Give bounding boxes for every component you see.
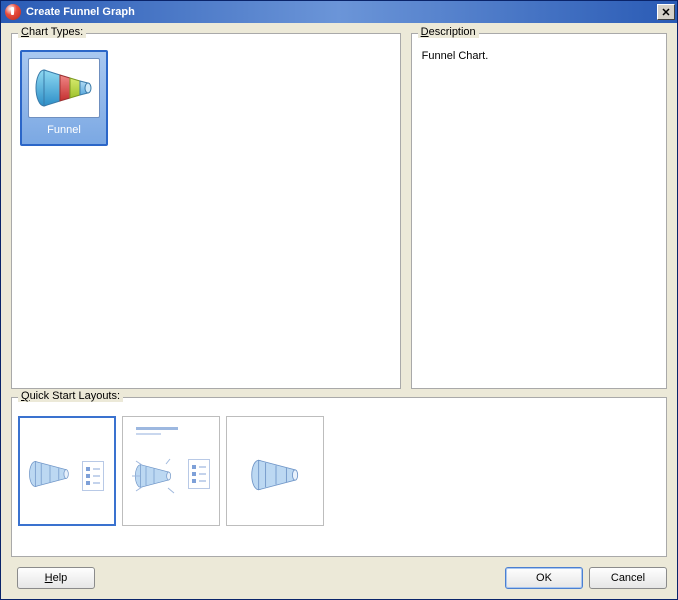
funnel-icon — [28, 455, 72, 493]
layout-option-2[interactable] — [122, 416, 220, 526]
chart-type-label: Funnel — [47, 124, 81, 136]
dialog-window: Create Funnel Graph ✕ CChart Types:hart … — [0, 0, 678, 600]
button-row: HelpHelp OK Cancel — [11, 565, 667, 589]
chart-types-group: CChart Types:hart Types: — [11, 33, 401, 389]
top-row: CChart Types:hart Types: — [11, 33, 667, 389]
close-button[interactable]: ✕ — [657, 4, 675, 20]
quick-start-list — [18, 412, 660, 530]
cancel-button[interactable]: Cancel — [589, 567, 667, 589]
description-group: DescriptionDescription Funnel Chart. — [411, 33, 667, 389]
funnel-icon — [34, 65, 94, 111]
quick-start-group: Quick Start Layouts:Quick Start Layouts: — [11, 397, 667, 557]
quick-start-label: Quick Start Layouts:Quick Start Layouts: — [18, 390, 123, 402]
funnel-icon — [134, 459, 174, 493]
description-label: DescriptionDescription — [418, 26, 479, 38]
ok-button[interactable]: OK — [505, 567, 583, 589]
help-button[interactable]: HelpHelp — [17, 567, 95, 589]
chart-types-label: CChart Types:hart Types: — [18, 26, 86, 38]
funnel-thumbnail — [28, 58, 100, 118]
app-icon — [5, 4, 21, 20]
layout-option-1[interactable] — [18, 416, 116, 526]
dialog-content: CChart Types:hart Types: — [1, 23, 677, 599]
window-title: Create Funnel Graph — [26, 6, 657, 18]
legend-icon — [82, 461, 104, 491]
funnel-icon — [250, 453, 302, 497]
chart-types-list: Funnel — [18, 48, 394, 382]
title-placeholder-icon — [136, 427, 206, 435]
layout-option-3[interactable] — [226, 416, 324, 526]
chart-type-funnel[interactable]: Funnel — [20, 50, 108, 146]
legend-icon — [188, 459, 210, 489]
description-text: Funnel Chart. — [418, 48, 660, 64]
titlebar[interactable]: Create Funnel Graph ✕ — [1, 1, 677, 23]
